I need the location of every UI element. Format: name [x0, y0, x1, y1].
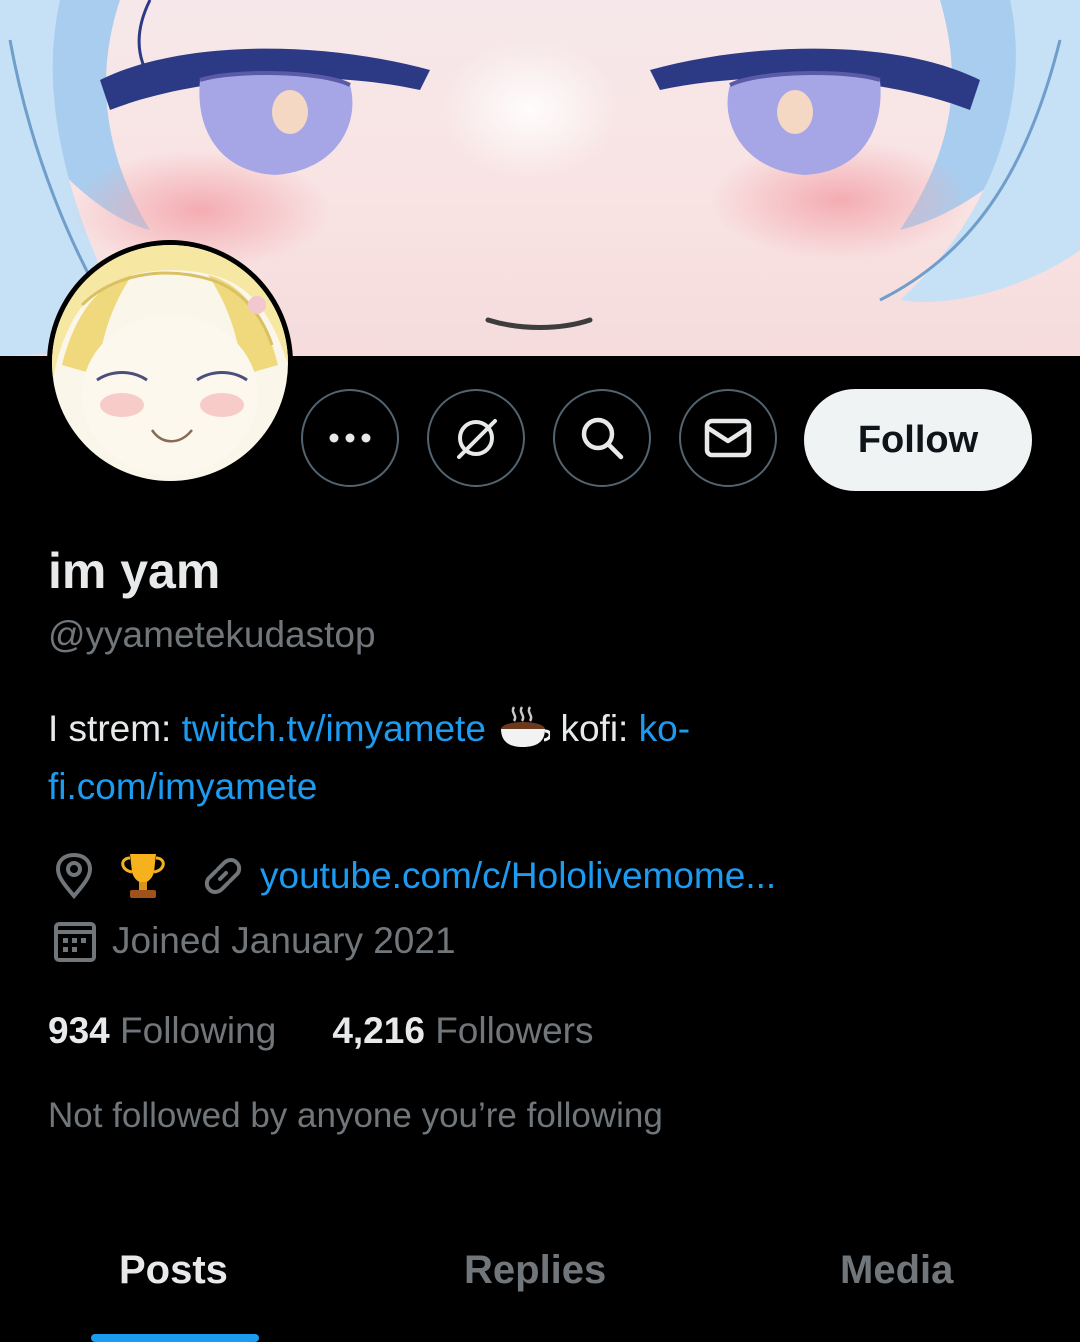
coffee-emoji [501, 706, 552, 747]
kofi-link-part2[interactable]: fi.com/imyamete [48, 766, 317, 807]
follow-counts: 934 Following 4,216 Followers [48, 1010, 594, 1052]
tab-media[interactable]: Media [840, 1248, 953, 1293]
website-link[interactable]: youtube.com/c/Hololivemome... [260, 855, 776, 897]
profile-avatar[interactable] [47, 240, 293, 486]
tab-replies[interactable]: Replies [464, 1248, 606, 1293]
following-label: Following [120, 1010, 277, 1051]
active-tab-indicator [91, 1334, 259, 1342]
grok-icon [457, 419, 497, 459]
bio-text: I strem: [48, 708, 182, 749]
calendar-icon [54, 922, 96, 962]
follow-button[interactable]: Follow [804, 389, 1032, 491]
followers-label: Followers [435, 1010, 594, 1051]
more-icon [329, 433, 371, 443]
followers-count-link[interactable]: 4,216 Followers [332, 1010, 593, 1052]
joined-date: Joined January 2021 [112, 920, 456, 961]
grok-button[interactable] [427, 389, 525, 487]
mutual-followers-note: Not followed by anyone you’re following [48, 1096, 663, 1135]
bio-text-kofi: kofi: [550, 708, 639, 749]
link-icon [204, 858, 242, 894]
message-icon [704, 418, 752, 458]
trophy-icon [121, 854, 165, 898]
followers-count: 4,216 [332, 1010, 425, 1051]
user-handle: @yyametekudastop [48, 614, 376, 655]
message-button[interactable] [679, 389, 777, 487]
display-name: im yam [48, 543, 221, 599]
profile-meta-row: youtube.com/c/Hololivemome... [48, 850, 776, 902]
kofi-link-part1[interactable]: ko- [639, 708, 690, 749]
search-icon [581, 417, 624, 460]
location-icon [55, 852, 93, 900]
joined-row: Joined January 2021 [48, 918, 456, 964]
tab-posts[interactable]: Posts [119, 1248, 228, 1293]
following-count: 934 [48, 1010, 110, 1051]
following-count-link[interactable]: 934 Following [48, 1010, 276, 1052]
search-button[interactable] [553, 389, 651, 487]
more-button[interactable] [301, 389, 399, 487]
avatar-image [52, 245, 288, 481]
twitch-link[interactable]: twitch.tv/imyamete [182, 708, 486, 749]
profile-bio: I strem: twitch.tv/imyamete kofi: ko- fi… [48, 700, 1038, 816]
